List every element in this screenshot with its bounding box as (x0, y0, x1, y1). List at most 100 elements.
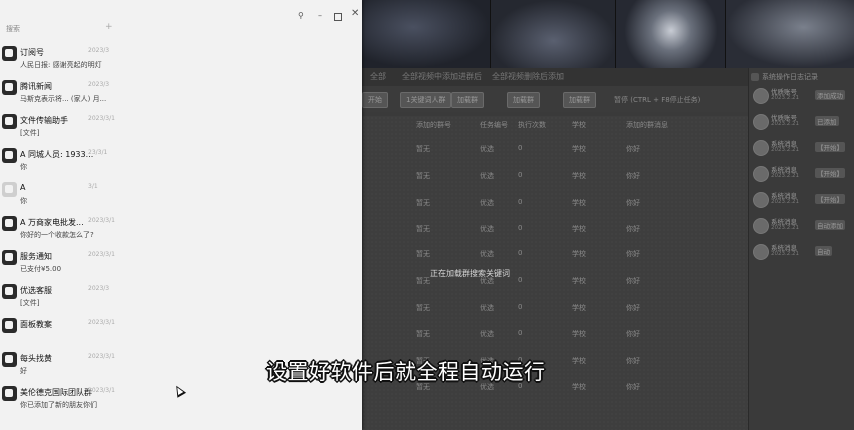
minimize-icon[interactable]: – (318, 12, 322, 20)
log-entry-message: 自动添加 (815, 220, 845, 230)
chat-name: 文件传输助手 (20, 116, 68, 125)
chat-item[interactable]: A 3/1 你 (0, 176, 362, 210)
cell-message: 你好 (626, 199, 640, 207)
chat-item[interactable]: 订阅号 2023/3 人民日报: 感谢亮起的明灯 (0, 40, 362, 74)
load-group-button-1[interactable]: 加载群 (451, 92, 484, 108)
chat-preview: 你好的一个收款怎么了? (20, 231, 94, 239)
cell-count: 0 (518, 329, 523, 337)
chat-time: 23/3/1 (88, 149, 108, 156)
cell-message: 你好 (626, 304, 640, 312)
cell-task: 优选 (480, 172, 494, 180)
menu-item-all[interactable]: 全部 (370, 71, 386, 82)
cell-group: 暂无 (416, 304, 430, 312)
table-row[interactable]: 暂无 优选 0 学校 你好 (362, 276, 748, 290)
start-button[interactable]: 开始 (362, 92, 388, 108)
table-row[interactable]: 暂无 优选 0 学校 你好 (362, 329, 748, 343)
chat-preview: [文件] (20, 299, 40, 307)
chat-preview: 你 (20, 163, 27, 171)
chat-preview: 你 (20, 197, 27, 205)
log-entry-date: 2023.2.21 (771, 147, 799, 153)
chat-preview: [文件] (20, 129, 40, 137)
chat-name: 优选客服 (20, 286, 52, 295)
pin-icon[interactable]: ⚲ (298, 12, 304, 20)
maximize-icon[interactable] (334, 13, 342, 21)
chat-item[interactable]: 文件传输助手 2023/3/1 [文件] (0, 108, 362, 142)
table-row[interactable]: 暂无 优选 0 学校 你好 (362, 224, 748, 238)
grid-header-group: 添加的群号 (416, 121, 451, 129)
table-row[interactable]: 暂无 优选 0 学校 你好 (362, 144, 748, 158)
chat-time: 2023/3/1 (88, 251, 115, 258)
avatar (2, 182, 17, 197)
cell-group: 暂无 (416, 330, 430, 338)
close-icon[interactable]: ✕ (351, 9, 359, 19)
grid-header-task: 任务编号 (480, 121, 508, 129)
cell-group: 暂无 (416, 145, 430, 153)
chat-preview: 你已添加了新的朋友你们 (20, 401, 97, 409)
chat-preview: 马斯克表示将... (家人) 月... (20, 95, 107, 103)
avatar-icon (5, 151, 13, 159)
cell-message: 你好 (626, 145, 640, 153)
banner-image-4 (725, 0, 854, 68)
avatar (2, 352, 17, 367)
cell-school: 学校 (572, 225, 586, 233)
avatar-icon (5, 389, 13, 397)
chat-name: 腾讯新闻 (20, 82, 52, 91)
add-icon[interactable]: + (105, 22, 113, 32)
chat-name: A (20, 183, 26, 192)
chat-preview: 好 (20, 367, 27, 375)
app-toolbar: 开始 1关键词人群 加载群 加载群 加载群 暂停 (CTRL + F8停止任务) (362, 86, 748, 112)
avatar-icon (5, 321, 13, 329)
cell-school: 学校 (572, 145, 586, 153)
avatar (2, 114, 17, 129)
cell-task: 优选 (480, 145, 494, 153)
chat-item[interactable]: A 万商家电批发... 2023/3/1 你好的一个收款怎么了? (0, 210, 362, 244)
cell-message: 你好 (626, 330, 640, 338)
menu-item-add-after[interactable]: 全部视频中添加进群后 (402, 71, 482, 82)
avatar (2, 284, 17, 299)
cell-school: 学校 (572, 199, 586, 207)
chat-name: 每头找黄 (20, 354, 52, 363)
menu-item-delete-after[interactable]: 全部视频删除后添加 (492, 71, 564, 82)
search-input[interactable]: 搜索 (6, 24, 20, 34)
log-entry: 优质账号 2023.2.21 添加成功 (753, 86, 854, 110)
app-banner (362, 0, 854, 68)
cell-count: 0 (518, 198, 523, 206)
keyword-group-button[interactable]: 1关键词人群 (400, 92, 452, 108)
log-entry-date: 2023.2.21 (771, 121, 799, 127)
cell-school: 学校 (572, 172, 586, 180)
chat-item[interactable]: A 同城人员: 1933... 23/3/1 你 (0, 142, 362, 176)
banner-image-3 (615, 0, 726, 68)
table-row[interactable]: 暂无 优选 0 学校 你好 (362, 171, 748, 185)
chat-item[interactable]: 服务通知 2023/3/1 已支付¥5.00 (0, 244, 362, 278)
log-entry-message: 【开始】 (815, 194, 845, 204)
load-group-button-2[interactable]: 加载群 (507, 92, 540, 108)
cell-group: 暂无 (416, 277, 430, 285)
avatar (753, 88, 769, 104)
grid-header-school: 学校 (572, 121, 586, 129)
cell-school: 学校 (572, 250, 586, 258)
log-entry: 系统消息 2023.2.21 【开始】 (753, 164, 854, 188)
chat-item[interactable]: 腾讯新闻 2023/3 马斯克表示将... (家人) 月... (0, 74, 362, 108)
log-side-panel: 系统操作日志记录 优质账号 2023.2.21 添加成功 优质账号 2023.2.21 已… (748, 68, 854, 430)
load-group-button-3[interactable]: 加载群 (563, 92, 596, 108)
pause-hint: 暂停 (CTRL + F8停止任务) (614, 96, 701, 104)
cell-message: 你好 (626, 357, 640, 365)
log-entry: 系统消息 2023.2.21 【开始】 (753, 138, 854, 162)
banner-image-2 (490, 0, 616, 68)
avatar (2, 80, 17, 95)
log-entry-message: 添加成功 (815, 90, 845, 100)
chat-time: 2023/3/1 (88, 217, 115, 224)
avatar-icon (5, 253, 13, 261)
log-entry-date: 2023.2.21 (771, 225, 799, 231)
cell-message: 你好 (626, 277, 640, 285)
table-row[interactable]: 暂无 优选 0 学校 你好 (362, 198, 748, 212)
chat-time: 2023/3 (88, 285, 110, 292)
log-entry: 系统消息 2023.2.21 【开始】 (753, 190, 854, 214)
table-row[interactable]: 暂无 优选 0 学校 你好 (362, 303, 748, 317)
cell-school: 学校 (572, 357, 586, 365)
avatar-icon (5, 219, 13, 227)
chat-name: 订阅号 (20, 48, 44, 57)
table-row[interactable]: 暂无 优选 0 学校 你好 (362, 249, 748, 263)
chat-item[interactable]: 优选客服 2023/3 [文件] (0, 278, 362, 312)
chat-item[interactable]: 面板教案 2023/3/1 (0, 312, 362, 346)
